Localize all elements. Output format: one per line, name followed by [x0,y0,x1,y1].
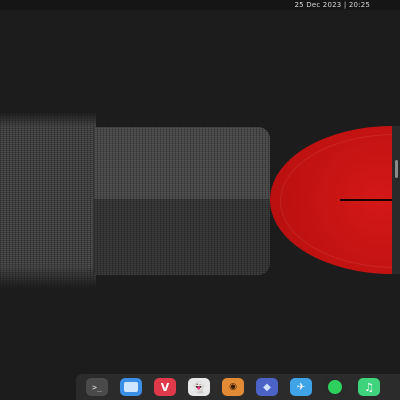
spotify-icon[interactable] [324,378,346,396]
ghost-icon[interactable]: 👻 [188,378,210,396]
blue-app-icon[interactable]: ◆ [256,378,278,396]
orange-app-icon[interactable]: ◉ [222,378,244,396]
music-icon[interactable]: ♫ [358,378,380,396]
red-clock-widget[interactable] [270,126,394,274]
red-clock-hand [340,199,394,201]
top-bar: 25 Dec 2023 | 20:25 [0,0,400,10]
date-time-clock[interactable]: 25 Dec 2023 | 20:25 [295,0,371,10]
right-edge-window[interactable] [392,126,400,274]
sky-app-icon[interactable]: ✈ [290,378,312,396]
dock: >_ V 👻 ◉ ◆ ✈ ♫ [76,374,400,400]
center-window-top-pane [94,127,270,199]
left-window[interactable] [0,112,96,288]
vivaldi-icon[interactable]: V [154,378,176,396]
terminal-icon[interactable]: >_ [86,378,108,396]
center-window[interactable] [94,127,270,275]
center-window-bottom-pane [94,199,270,275]
files-icon[interactable] [120,378,142,396]
